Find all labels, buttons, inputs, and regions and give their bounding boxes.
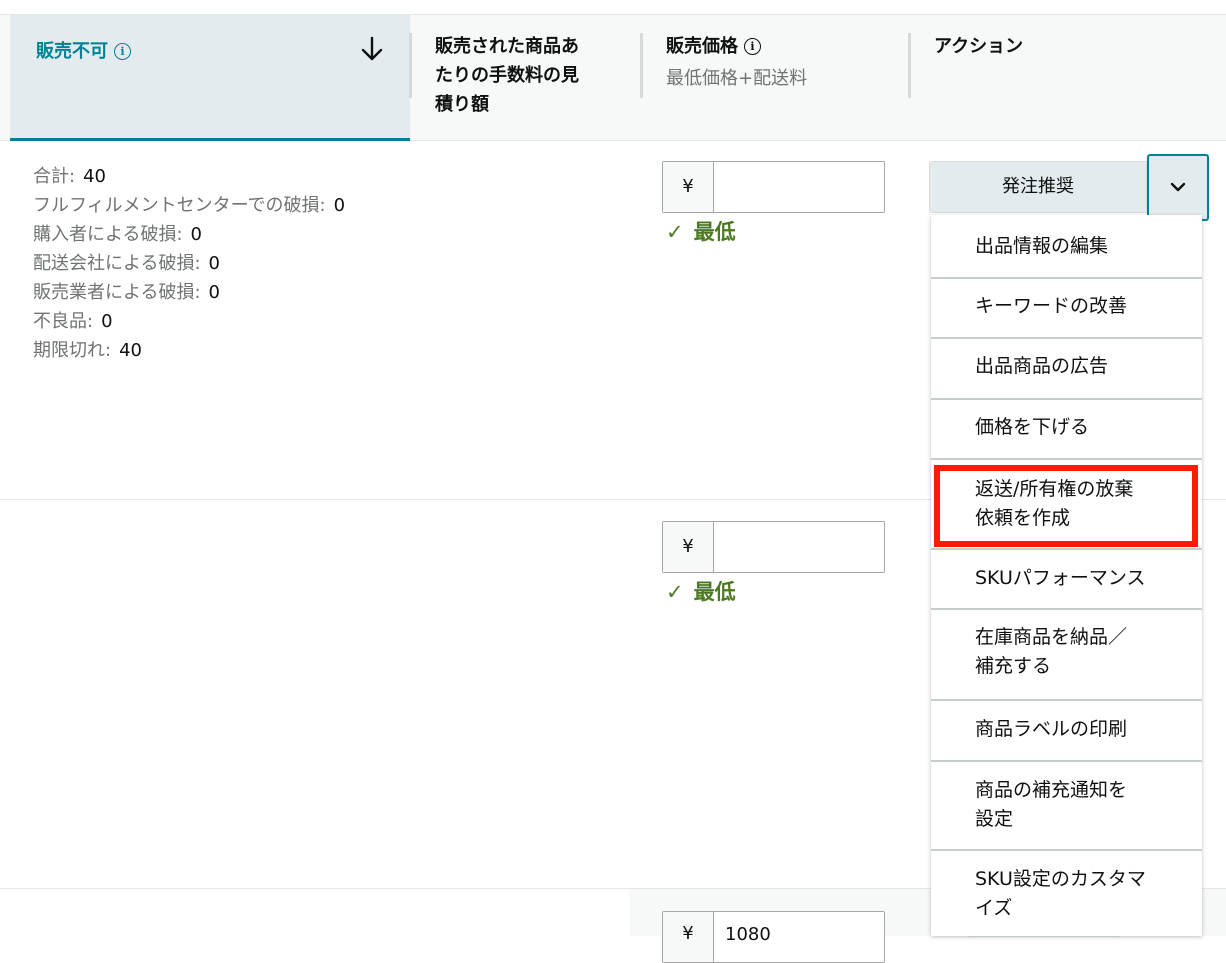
breakdown-row: 配送会社による破損: 0 [33, 249, 345, 278]
check-icon: ✓ [666, 220, 684, 244]
lowest-price-badge: ✓ 最低 [666, 576, 736, 606]
breakdown-value: 0 [190, 224, 202, 245]
highlight-annotation-box [934, 465, 1198, 547]
info-icon[interactable]: i [744, 38, 761, 55]
currency-symbol: ¥ [663, 162, 714, 212]
fee-header-line: たりの手数料の見 [435, 65, 579, 86]
menu-item-send-replenish-inventory[interactable]: 在庫商品を納品／ 補充する [931, 610, 1202, 701]
menu-item-advertise-listing[interactable]: 出品商品の広告 [931, 339, 1202, 400]
breakdown-value: 40 [83, 166, 106, 187]
breakdown-label: 不良品: [33, 311, 94, 332]
menu-item-label: 出品商品の広告 [975, 355, 1109, 377]
action-dropdown-toggle[interactable] [1147, 154, 1209, 221]
menu-item-label: イズ [975, 897, 1013, 919]
breakdown-value: 0 [333, 195, 346, 216]
breakdown-label: 配送会社による破損: [33, 253, 201, 274]
column-header-action: アクション [934, 36, 1024, 57]
price-input[interactable] [725, 912, 875, 956]
price-input[interactable] [725, 162, 875, 212]
unsellable-breakdown: 合計: 40 フルフィルメントセンターでの破損: 0 購入者による破損: 0 配送会社… [33, 162, 345, 365]
column-separator [908, 33, 911, 98]
breakdown-label: 期限切れ: [33, 340, 112, 361]
breakdown-value: 0 [208, 282, 220, 303]
price-input-group: ¥ [662, 911, 885, 963]
breakdown-value: 40 [119, 340, 142, 361]
chevron-down-icon [1170, 182, 1186, 192]
menu-item-sku-performance[interactable]: SKUパフォーマンス [931, 550, 1202, 610]
fee-header-line: 販売された商品あ [435, 36, 579, 57]
breakdown-label: 合計: [33, 166, 76, 187]
currency-symbol: ¥ [663, 912, 714, 962]
menu-item-edit-listing[interactable]: 出品情報の編集 [931, 215, 1202, 279]
menu-item-label: キーワードの改善 [975, 295, 1128, 317]
column-header-unsellable[interactable]: 販売不可 i [10, 15, 410, 141]
currency-symbol: ¥ [663, 522, 714, 572]
breakdown-label: フルフィルメントセンターでの破損: [33, 195, 326, 216]
lowest-price-label: 最低 [693, 580, 736, 604]
sort-descending-icon[interactable] [360, 35, 384, 63]
menu-item-label: SKUパフォーマンス [975, 567, 1146, 589]
breakdown-value: 0 [101, 311, 113, 332]
lowest-price-label: 最低 [693, 220, 736, 244]
menu-item-print-labels[interactable]: 商品ラベルの印刷 [931, 701, 1202, 762]
check-icon: ✓ [666, 580, 684, 604]
menu-item-label: 出品情報の編集 [975, 235, 1109, 257]
column-separator [409, 33, 412, 98]
unsellable-header-label: 販売不可 i [36, 37, 131, 63]
menu-item-customize-sku-settings[interactable]: SKU設定のカスタマ イズ [931, 851, 1202, 936]
price-input[interactable] [725, 522, 875, 572]
breakdown-row: フルフィルメントセンターでの破損: 0 [33, 191, 345, 220]
breakdown-row: 販売業者による破損: 0 [33, 278, 345, 307]
column-separator [640, 33, 643, 98]
info-icon[interactable]: i [114, 43, 131, 60]
menu-item-label: 設定 [975, 808, 1014, 830]
breakdown-row: 期限切れ: 40 [33, 336, 345, 365]
action-dropdown-menu: 出品情報の編集 キーワードの改善 出品商品の広告 価格を下げる 返送/所有権の放… [931, 215, 1202, 936]
column-header-price: 販売価格 i [666, 32, 761, 61]
menu-item-label: SKU設定のカスタマ [975, 868, 1146, 890]
menu-item-label: 在庫商品を納品／ [975, 626, 1128, 648]
replenish-recommendation-button[interactable]: 発注推奨 [929, 161, 1147, 213]
lowest-price-badge: ✓ 最低 [666, 216, 736, 246]
breakdown-row: 不良品: 0 [33, 307, 345, 336]
menu-item-lower-price[interactable]: 価格を下げる [931, 400, 1202, 460]
menu-item-label: 商品ラベルの印刷 [975, 718, 1128, 740]
price-input-group: ¥ [662, 521, 885, 573]
price-header-label: 販売価格 [666, 36, 738, 57]
price-header-subtitle: 最低価格+配送料 [666, 68, 808, 89]
breakdown-row: 合計: 40 [33, 162, 345, 191]
column-header-fee-estimate: 販売された商品あ たりの手数料の見 積り額 [435, 32, 579, 119]
menu-item-label: 補充する [975, 655, 1052, 677]
menu-item-improve-keywords[interactable]: キーワードの改善 [931, 279, 1202, 339]
row-divider [0, 499, 629, 500]
menu-item-label: 価格を下げる [975, 416, 1090, 438]
price-input-group: ¥ [662, 161, 885, 213]
breakdown-label: 販売業者による破損: [33, 282, 201, 303]
breakdown-label: 購入者による破損: [33, 224, 183, 245]
breakdown-row: 購入者による破損: 0 [33, 220, 345, 249]
menu-item-restock-alert[interactable]: 商品の補充通知を 設定 [931, 762, 1202, 851]
menu-item-label: 商品の補充通知を [975, 779, 1128, 801]
unsellable-header-text: 販売不可 [36, 41, 108, 62]
fee-header-line: 積り額 [435, 94, 489, 115]
breakdown-value: 0 [208, 253, 220, 274]
